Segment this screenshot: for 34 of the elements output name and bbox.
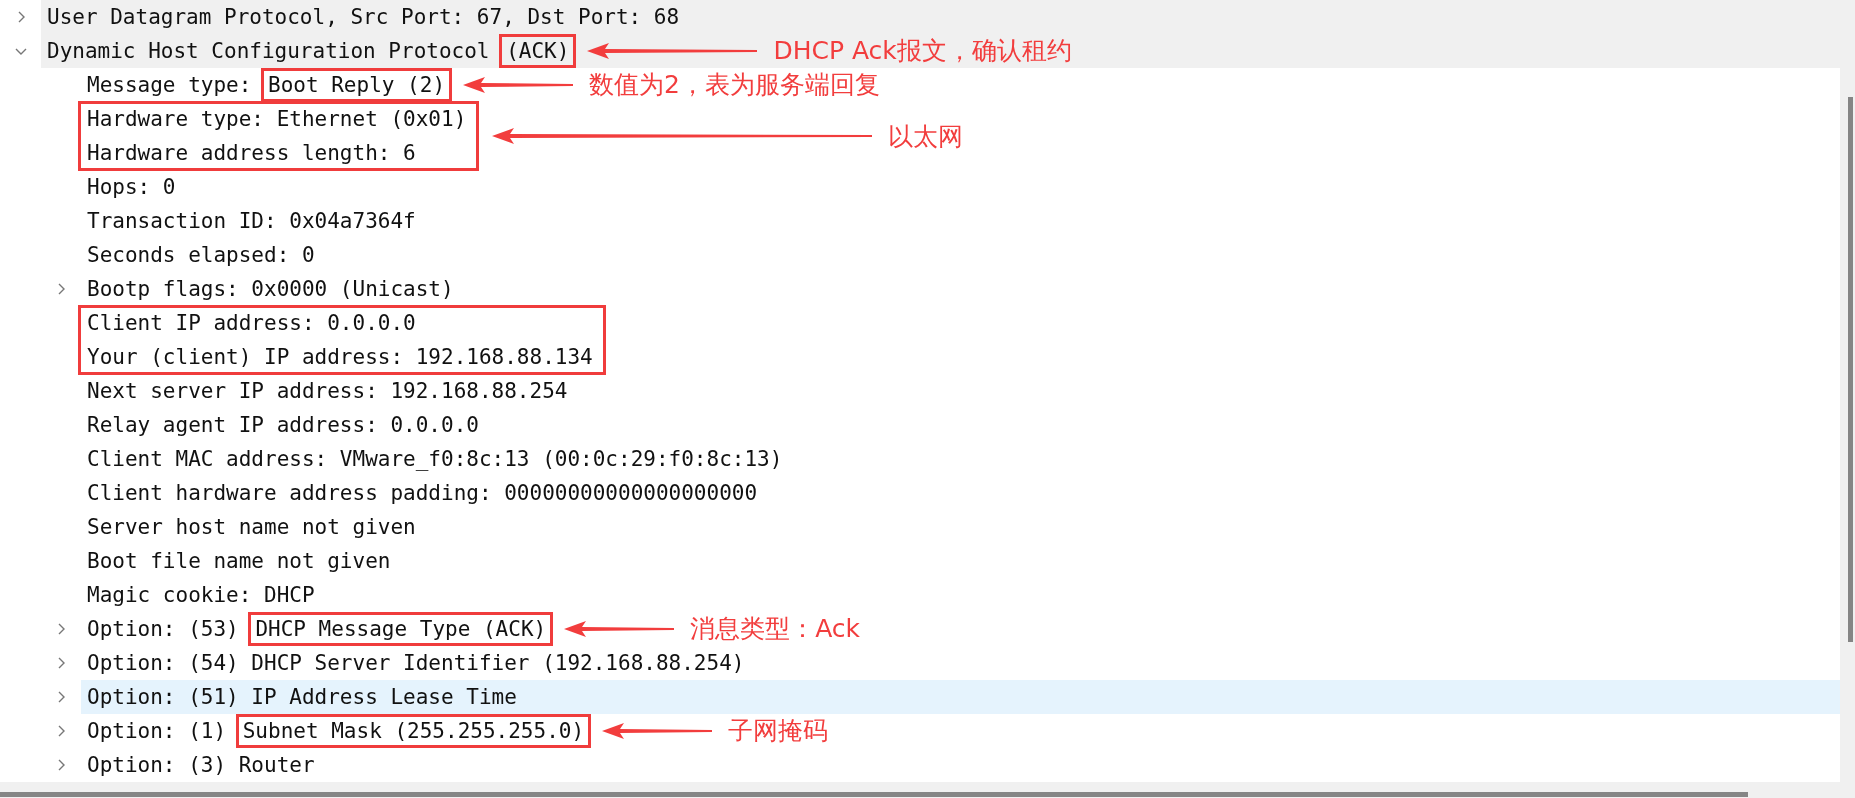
tree-row[interactable]: Relay agent IP address: 0.0.0.0	[81, 408, 1840, 442]
tree-row[interactable]: Client MAC address: VMware_f0:8c:13 (00:0c:29:f0:8c:13)	[81, 442, 1840, 476]
tree-row[interactable]: Hardware address length: 6	[87, 136, 467, 170]
tree-row[interactable]: Dynamic Host Configuration Protocol (ACK) DHCP Ack报文，确认租约	[41, 34, 1840, 68]
tree-row[interactable]: Hardware type: Ethernet (0x01)	[87, 102, 467, 136]
highlighted-text: Boot Reply (2)	[264, 71, 450, 99]
tree-row[interactable]: Transaction ID: 0x04a7364f	[81, 204, 1840, 238]
horizontal-scrollbar[interactable]	[0, 782, 1855, 798]
highlighted-text: (ACK)	[502, 37, 574, 65]
tree-row[interactable]: Hops: 0	[81, 170, 1840, 204]
annotation-label: DHCP Ack报文，确认租约	[773, 35, 1072, 67]
annotation-label: 以太网	[888, 120, 964, 153]
tree-row[interactable]: User Datagram Protocol, Src Port: 67, Dst Port: 68	[41, 0, 1840, 34]
tree-row[interactable]: Magic cookie: DHCP	[81, 578, 1840, 612]
tree-row[interactable]: Bootp flags: 0x0000 (Unicast)	[81, 272, 1840, 306]
tree-row[interactable]: Server host name not given	[81, 510, 1840, 544]
tree-row[interactable]: Next server IP address: 192.168.88.254	[81, 374, 1840, 408]
annotation-label: 子网掩码	[728, 715, 829, 747]
tree-row[interactable]: Client IP address: 0.0.0.0	[87, 306, 593, 340]
tree-row[interactable]: Option: (54) DHCP Server Identifier (192.168.88.254)	[81, 646, 1840, 680]
tree-row[interactable]: Option: (1) Subnet Mask (255.255.255.0) 子网掩码	[81, 714, 1840, 748]
annotation-label: 数值为2，表为服务端回复	[589, 69, 880, 101]
tree-row[interactable]: Boot file name not given	[81, 544, 1840, 578]
tree-row[interactable]: Message type: Boot Reply (2) 数值为2，表为服务端回复	[81, 68, 1840, 102]
highlighted-text: Subnet Mask (255.255.255.0)	[238, 717, 589, 745]
tree-row[interactable]: Option: (3) Router	[81, 748, 1840, 782]
vertical-scrollbar[interactable]	[1840, 0, 1855, 782]
tree-row[interactable]: Option: (51) IP Address Lease Time	[81, 680, 1840, 714]
tree-row[interactable]: Client hardware address padding: 00000000000000000000	[81, 476, 1840, 510]
tree-row[interactable]: Your (client) IP address: 192.168.88.134	[87, 340, 593, 374]
tree-row[interactable]: Option: (53) DHCP Message Type (ACK) 消息类型：Ack	[81, 612, 1840, 646]
annotation-label: 消息类型：Ack	[690, 613, 861, 645]
highlighted-text: DHCP Message Type (ACK)	[251, 615, 551, 643]
tree-row[interactable]: Seconds elapsed: 0	[81, 238, 1840, 272]
